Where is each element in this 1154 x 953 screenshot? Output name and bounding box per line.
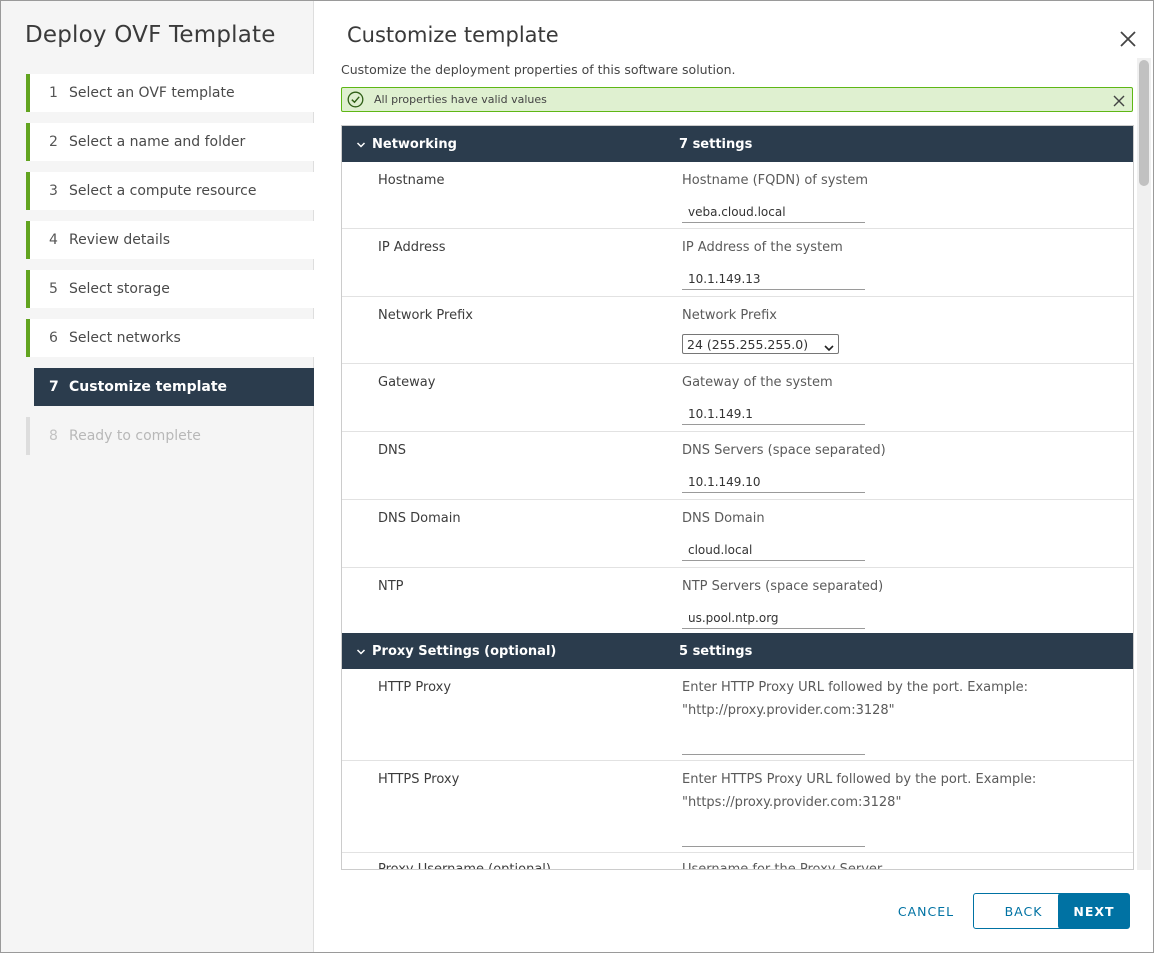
page-subtitle: Customize the deployment properties of t… (341, 62, 736, 77)
step-label: Select storage (69, 281, 170, 297)
wizard-step-2[interactable]: 2 Select a name and folder (26, 123, 314, 161)
ntp-input[interactable] (682, 607, 865, 629)
property-row-gateway: Gateway Gateway of the system (342, 364, 1133, 432)
property-row-dns-domain: DNS Domain DNS Domain (342, 500, 1133, 568)
section-name: Networking (372, 136, 457, 152)
https-proxy-input[interactable] (682, 825, 865, 847)
hostname-input[interactable] (682, 201, 865, 223)
property-description: Gateway of the system (682, 375, 833, 390)
property-description: DNS Servers (space separated) (682, 443, 886, 458)
wizard-sidebar: Deploy OVF Template 1 Select an OVF temp… (1, 1, 314, 952)
property-label: NTP (378, 579, 404, 594)
property-label: Hostname (378, 173, 445, 188)
section-name: Proxy Settings (optional) (372, 643, 557, 659)
alert-text: All properties have valid values (374, 93, 547, 106)
page-title: Customize template (347, 23, 559, 47)
property-description: IP Address of the system (682, 240, 843, 255)
step-label: Select an OVF template (69, 85, 235, 101)
http-proxy-input[interactable] (682, 733, 865, 755)
wizard-title: Deploy OVF Template (25, 22, 276, 48)
ip-address-input[interactable] (682, 268, 865, 290)
step-label: Select a compute resource (69, 183, 257, 199)
wizard-steps: 1 Select an OVF template 2 Select a name… (26, 74, 314, 466)
step-label: Customize template (69, 379, 228, 395)
step-number: 8 (49, 428, 58, 444)
property-label: Proxy Username (optional) (378, 862, 551, 870)
step-label: Select networks (69, 330, 181, 346)
step-number: 5 (49, 281, 58, 297)
wizard-step-1[interactable]: 1 Select an OVF template (26, 74, 314, 112)
property-label: DNS Domain (378, 511, 461, 526)
check-circle-icon (347, 91, 364, 108)
step-number: 2 (49, 134, 58, 150)
section-count: 7 settings (679, 136, 753, 152)
wizard-step-3[interactable]: 3 Select a compute resource (26, 172, 314, 210)
wizard-step-8-disabled: 8 Ready to complete (26, 417, 314, 455)
wizard-step-6[interactable]: 6 Select networks (26, 319, 314, 357)
wizard-step-5[interactable]: 5 Select storage (26, 270, 314, 308)
chevron-down-icon (356, 139, 366, 149)
wizard-step-4[interactable]: 4 Review details (26, 221, 314, 259)
property-row-ntp: NTP NTP Servers (space separated) (342, 568, 1133, 633)
property-row-dns: DNS DNS Servers (space separated) (342, 432, 1133, 500)
close-icon[interactable] (1117, 28, 1139, 50)
property-row-ip-address: IP Address IP Address of the system (342, 229, 1133, 297)
property-label: HTTP Proxy (378, 680, 452, 695)
wizard-step-7-active[interactable]: 7 Customize template (30, 368, 314, 406)
section-header-networking[interactable]: Networking 7 settings (342, 126, 1133, 162)
cancel-button[interactable]: CANCEL (882, 893, 970, 929)
property-description: Enter HTTP Proxy URL followed by the por… (682, 680, 1029, 718)
step-number: 1 (49, 85, 58, 101)
alert-close-icon[interactable] (1112, 93, 1126, 107)
property-row-hostname: Hostname Hostname (FQDN) of system (342, 162, 1133, 229)
gateway-input[interactable] (682, 403, 865, 425)
property-row-network-prefix: Network Prefix Network Prefix 24 (255.25… (342, 297, 1133, 364)
property-description: DNS Domain (682, 511, 765, 526)
property-label: Gateway (378, 375, 436, 390)
step-number: 6 (49, 330, 58, 346)
scrollbar[interactable] (1137, 58, 1151, 870)
step-label: Review details (69, 232, 171, 248)
dns-domain-input[interactable] (682, 539, 865, 561)
chevron-down-icon (824, 340, 834, 352)
property-label: IP Address (378, 240, 446, 255)
property-row-https-proxy: HTTPS Proxy Enter HTTPS Proxy URL follow… (342, 761, 1133, 853)
property-description: Username for the Proxy Server (682, 862, 883, 870)
property-label: HTTPS Proxy (378, 772, 460, 787)
property-label: Network Prefix (378, 308, 473, 323)
property-description: Hostname (FQDN) of system (682, 173, 868, 188)
section-header-proxy-settings[interactable]: Proxy Settings (optional) 5 settings (342, 633, 1133, 669)
step-number: 7 (49, 379, 59, 395)
property-row-proxy-username: Proxy Username (optional) Username for t… (342, 853, 1133, 870)
step-label: Select a name and folder (69, 134, 246, 150)
success-alert: All properties have valid values (341, 87, 1133, 112)
step-number: 4 (49, 232, 58, 248)
select-value: 24 (255.255.255.0) (687, 336, 809, 352)
chevron-down-icon (356, 646, 366, 656)
wizard-content: Customize template Customize the deploym… (314, 1, 1153, 952)
property-description: Enter HTTPS Proxy URL followed by the po… (682, 772, 1037, 810)
scrollbar-thumb[interactable] (1139, 60, 1149, 186)
section-count: 5 settings (679, 643, 753, 659)
dns-input[interactable] (682, 471, 865, 493)
properties-scroll-area[interactable]: Networking 7 settings Hostname Hostname … (341, 125, 1134, 870)
step-label: Ready to complete (69, 428, 201, 444)
property-label: DNS (378, 443, 406, 458)
deploy-ovf-dialog: Deploy OVF Template 1 Select an OVF temp… (0, 0, 1154, 953)
property-description: Network Prefix (682, 308, 777, 323)
property-row-http-proxy: HTTP Proxy Enter HTTP Proxy URL followed… (342, 669, 1133, 761)
step-number: 3 (49, 183, 58, 199)
next-button[interactable]: NEXT (1058, 893, 1130, 929)
network-prefix-select[interactable]: 24 (255.255.255.0) (682, 334, 839, 354)
property-description: NTP Servers (space separated) (682, 579, 884, 594)
